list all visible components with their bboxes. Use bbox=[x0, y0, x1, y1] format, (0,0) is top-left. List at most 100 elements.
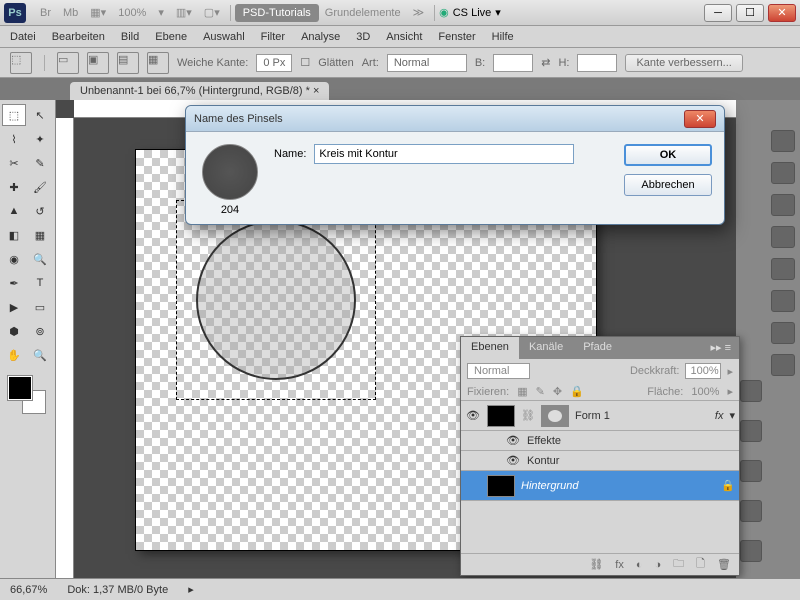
minibridge-icon[interactable]: Mb bbox=[63, 7, 78, 19]
crop-tool[interactable]: ✂ bbox=[2, 152, 26, 174]
screenmode-icon[interactable]: ▢▾ bbox=[204, 6, 220, 19]
panel-icon[interactable] bbox=[771, 354, 795, 376]
opacity-flyout-icon[interactable]: ▸ bbox=[727, 365, 733, 378]
cslive-label[interactable]: CS Live bbox=[453, 7, 492, 19]
lock-pixels-icon[interactable]: ✎ bbox=[536, 385, 545, 398]
opacity-input[interactable]: 100% bbox=[685, 363, 721, 379]
width-input[interactable] bbox=[493, 54, 533, 72]
panel-icon[interactable] bbox=[771, 194, 795, 216]
blend-mode-select[interactable]: Normal bbox=[467, 363, 530, 379]
layer-effect-item[interactable]: 👁 Kontur bbox=[461, 451, 739, 471]
panel-icon[interactable] bbox=[740, 380, 762, 402]
layer-row-selected[interactable]: Hintergrund 🔒 bbox=[461, 471, 739, 501]
ok-button[interactable]: OK bbox=[624, 144, 712, 166]
group-icon[interactable]: 🗀 bbox=[673, 555, 684, 574]
menu-ansicht[interactable]: Ansicht bbox=[386, 31, 422, 43]
fill-flyout-icon[interactable]: ▸ bbox=[727, 385, 733, 398]
tab-pfade[interactable]: Pfade bbox=[573, 337, 622, 359]
height-input[interactable] bbox=[577, 54, 617, 72]
layer-effects-row[interactable]: 👁 Effekte bbox=[461, 431, 739, 451]
lock-all-icon[interactable]: 🔒 bbox=[570, 385, 584, 398]
cslive-icon[interactable]: ◉ bbox=[439, 6, 449, 19]
panel-icon[interactable] bbox=[771, 322, 795, 344]
mask-icon[interactable]: ◐ bbox=[636, 559, 643, 571]
lasso-tool[interactable]: ⌇ bbox=[2, 128, 26, 150]
refine-edge-button[interactable]: Kante verbessern... bbox=[625, 54, 742, 72]
hand-icon[interactable]: ▾ bbox=[158, 6, 164, 19]
visibility-icon[interactable]: 👁 bbox=[505, 434, 521, 447]
bridge-icon[interactable]: Br bbox=[40, 7, 51, 19]
zoom-level[interactable]: 100% bbox=[118, 7, 146, 19]
path-select-tool[interactable]: ▶ bbox=[2, 296, 26, 318]
style-select[interactable]: Normal bbox=[387, 54, 467, 72]
panel-icon[interactable] bbox=[771, 258, 795, 280]
minimize-button[interactable]: ─ bbox=[704, 4, 732, 22]
dialog-close-button[interactable]: ✕ bbox=[684, 110, 716, 128]
close-button[interactable]: ✕ bbox=[768, 4, 796, 22]
eyedropper-tool[interactable]: ✎ bbox=[28, 152, 52, 174]
lock-transparency-icon[interactable]: ▦ bbox=[517, 385, 527, 398]
tab-kanaele[interactable]: Kanäle bbox=[519, 337, 573, 359]
layer-row[interactable]: 👁 ⛓ Form 1 fx ▾ bbox=[461, 401, 739, 431]
blur-tool[interactable]: ◉ bbox=[2, 248, 26, 270]
trash-icon[interactable]: 🗑 bbox=[717, 558, 731, 571]
history-brush-tool[interactable]: ↺ bbox=[28, 200, 52, 222]
marquee-tool[interactable]: ⬚ bbox=[2, 104, 26, 126]
layer-thumb[interactable] bbox=[487, 405, 515, 427]
gradient-tool[interactable]: ▦ bbox=[28, 224, 52, 246]
menu-analyse[interactable]: Analyse bbox=[301, 31, 340, 43]
feather-input[interactable]: 0 Px bbox=[256, 54, 292, 72]
panel-icon[interactable] bbox=[740, 500, 762, 522]
brush-tool[interactable]: 🖌 bbox=[28, 176, 52, 198]
panel-icon[interactable] bbox=[740, 420, 762, 442]
mask-thumb[interactable] bbox=[541, 405, 569, 427]
panel-icon[interactable] bbox=[740, 460, 762, 482]
tab-close-icon[interactable]: × bbox=[313, 85, 319, 97]
menu-fenster[interactable]: Fenster bbox=[438, 31, 475, 43]
visibility-icon[interactable]: 👁 bbox=[505, 454, 521, 467]
link-icon[interactable]: ⛓ bbox=[521, 409, 535, 422]
status-flyout-icon[interactable]: ▸ bbox=[188, 583, 194, 596]
fx-badge[interactable]: fx bbox=[715, 410, 724, 422]
menu-filter[interactable]: Filter bbox=[261, 31, 285, 43]
eraser-tool[interactable]: ◧ bbox=[2, 224, 26, 246]
new-layer-icon[interactable]: 🗋 bbox=[696, 555, 705, 574]
visibility-icon[interactable]: 👁 bbox=[465, 409, 481, 422]
menu-hilfe[interactable]: Hilfe bbox=[492, 31, 514, 43]
menu-bearbeiten[interactable]: Bearbeiten bbox=[52, 31, 105, 43]
marquee-rect-icon[interactable]: ▭ bbox=[57, 52, 79, 74]
panel-icon[interactable] bbox=[740, 540, 762, 562]
swap-icon[interactable]: ⇄ bbox=[541, 56, 550, 69]
tab-ebenen[interactable]: Ebenen bbox=[461, 337, 519, 359]
type-tool[interactable]: T bbox=[28, 272, 52, 294]
zoom-tool[interactable]: 🔍 bbox=[28, 344, 52, 366]
heal-tool[interactable]: ✚ bbox=[2, 176, 26, 198]
magic-wand-tool[interactable]: ✦ bbox=[28, 128, 52, 150]
shape-tool[interactable]: ▭ bbox=[28, 296, 52, 318]
menu-bild[interactable]: Bild bbox=[121, 31, 139, 43]
tool-preset-icon[interactable]: ⬚ bbox=[10, 52, 32, 74]
arrange-icon[interactable]: ▥▾ bbox=[176, 6, 192, 19]
dodge-tool[interactable]: 🔍 bbox=[28, 248, 52, 270]
fill-input[interactable]: 100% bbox=[691, 386, 719, 398]
menu-3d[interactable]: 3D bbox=[356, 31, 370, 43]
status-zoom[interactable]: 66,67% bbox=[10, 584, 47, 596]
cslive-dropdown-icon[interactable]: ▾ bbox=[495, 6, 501, 19]
marquee-add-icon[interactable]: ▣ bbox=[87, 52, 109, 74]
document-tab[interactable]: Unbenannt-1 bei 66,7% (Hintergrund, RGB/… bbox=[70, 82, 329, 100]
panel-icon[interactable] bbox=[771, 130, 795, 152]
fx-icon[interactable]: fx bbox=[615, 559, 624, 571]
panel-icon[interactable] bbox=[771, 226, 795, 248]
menu-auswahl[interactable]: Auswahl bbox=[203, 31, 245, 43]
dialog-titlebar[interactable]: Name des Pinsels ✕ bbox=[186, 106, 724, 132]
workspace-tab-active[interactable]: PSD-Tutorials bbox=[235, 4, 319, 22]
foreground-color[interactable] bbox=[8, 376, 32, 400]
color-swatches[interactable] bbox=[8, 376, 48, 416]
panel-icon[interactable] bbox=[771, 290, 795, 312]
3d-tool[interactable]: ⬢ bbox=[2, 320, 26, 342]
brush-name-input[interactable] bbox=[314, 144, 574, 164]
view-extras-icon[interactable]: ▦▾ bbox=[90, 6, 106, 19]
menu-ebene[interactable]: Ebene bbox=[155, 31, 187, 43]
lock-position-icon[interactable]: ✥ bbox=[553, 385, 562, 398]
workspace-tab[interactable]: Grundelemente bbox=[325, 7, 401, 19]
